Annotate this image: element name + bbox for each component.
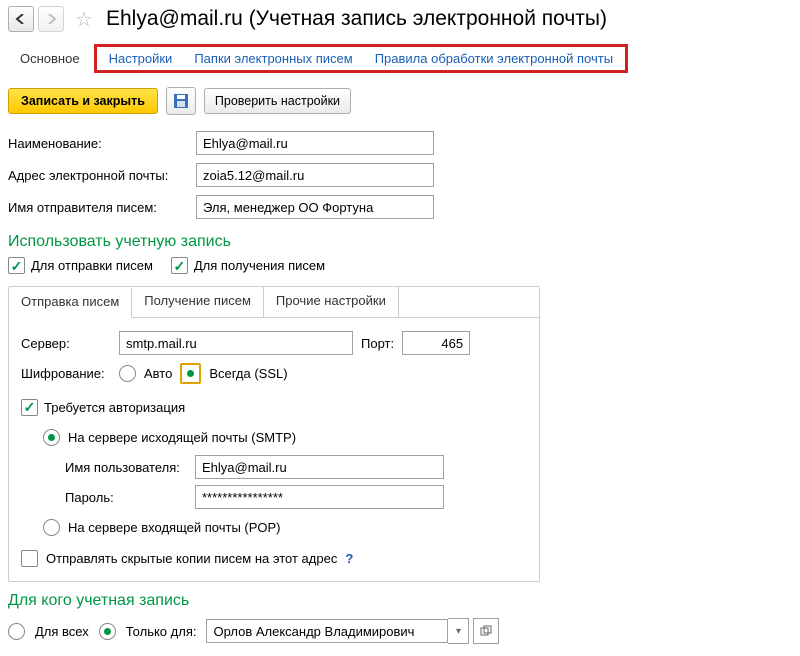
save-button[interactable] [166, 87, 196, 115]
auth-pop-label: На сервере входящей почты (POP) [68, 520, 281, 535]
whom-only-label: Только для: [126, 624, 197, 639]
port-input[interactable] [402, 331, 470, 355]
server-input[interactable] [119, 331, 353, 355]
highlighted-links: Настройки Папки электронных писем Правил… [94, 44, 629, 73]
enc-ssl-label: Всегда (SSL) [209, 366, 287, 381]
email-input[interactable] [196, 163, 434, 187]
smtp-user-label: Имя пользователя: [65, 460, 195, 475]
server-label: Сервер: [21, 336, 111, 351]
whom-all-label: Для всех [35, 624, 89, 639]
smtp-user-input[interactable] [195, 455, 444, 479]
mail-settings-tabs: Отправка писем Получение писем Прочие на… [8, 286, 540, 582]
hidden-copies-label: Отправлять скрытые копии писем на этот а… [46, 551, 337, 566]
help-icon[interactable]: ? [345, 551, 353, 566]
auth-smtp-label: На сервере исходящей почты (SMTP) [68, 430, 296, 445]
dropdown-icon[interactable]: ▾ [448, 618, 469, 644]
auth-required-checkbox[interactable]: ✓Требуется авторизация [21, 399, 185, 416]
check-settings-button[interactable]: Проверить настройки [204, 88, 351, 114]
tab-other[interactable]: Прочие настройки [264, 287, 399, 317]
tab-main[interactable]: Основное [8, 45, 92, 72]
check-icon: ✓ [8, 257, 25, 274]
encryption-label: Шифрование: [21, 366, 111, 381]
floppy-icon [174, 94, 188, 108]
page-title: Ehlya@mail.ru (Учетная запись электронно… [104, 7, 607, 31]
for-whom-header: Для кого учетная запись [0, 582, 800, 614]
email-label: Адрес электронной почты: [8, 168, 196, 183]
sender-input[interactable] [196, 195, 434, 219]
auth-smtp-radio[interactable] [43, 429, 60, 446]
whom-user-select[interactable] [206, 619, 448, 643]
smtp-pass-label: Пароль: [65, 490, 195, 505]
smtp-pass-input[interactable] [195, 485, 444, 509]
use-send-checkbox[interactable]: ✓Для отправки писем [8, 257, 153, 274]
nav-back-button[interactable] [8, 6, 34, 32]
name-input[interactable] [196, 131, 434, 155]
tab-send[interactable]: Отправка писем [9, 288, 132, 318]
link-folders[interactable]: Папки электронных писем [194, 51, 352, 66]
enc-auto-label: Авто [144, 366, 172, 381]
use-account-header: Использовать учетную запись [0, 223, 800, 255]
enc-auto-radio[interactable] [119, 365, 136, 382]
link-rules[interactable]: Правила обработки электронной почты [375, 51, 613, 66]
sender-label: Имя отправителя писем: [8, 200, 196, 215]
favorite-star-icon[interactable]: ☆ [72, 7, 96, 31]
open-external-button[interactable] [473, 618, 499, 644]
auth-pop-radio[interactable] [43, 519, 60, 536]
name-label: Наименование: [8, 136, 196, 151]
whom-only-radio[interactable] [99, 623, 116, 640]
link-settings[interactable]: Настройки [109, 51, 173, 66]
use-recv-checkbox[interactable]: ✓Для получения писем [171, 257, 325, 274]
enc-ssl-radio[interactable] [180, 363, 201, 384]
nav-forward-button[interactable] [38, 6, 64, 32]
whom-all-radio[interactable] [8, 623, 25, 640]
check-icon: ✓ [21, 399, 38, 416]
port-label: Порт: [361, 336, 394, 351]
hidden-copies-checkbox[interactable]: ✓ [21, 550, 38, 567]
check-icon: ✓ [171, 257, 188, 274]
tab-receive[interactable]: Получение писем [132, 287, 264, 317]
save-and-close-button[interactable]: Записать и закрыть [8, 88, 158, 114]
